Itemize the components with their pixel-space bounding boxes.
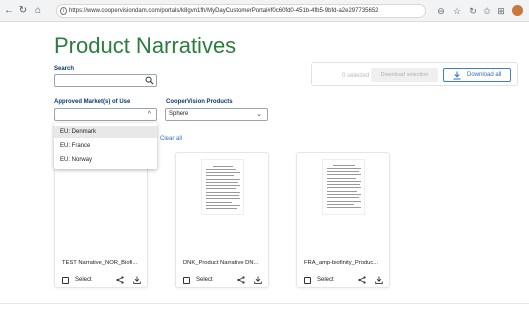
market-option-france[interactable]: EU: France xyxy=(54,140,157,152)
asset-name: FRA_amp-biofinity_Produc... xyxy=(304,260,379,266)
search-input[interactable] xyxy=(54,74,157,87)
collections-icon[interactable]: ⊞ xyxy=(496,5,506,17)
select-checkbox[interactable] xyxy=(304,277,311,284)
share-icon[interactable] xyxy=(116,276,124,284)
download-icon[interactable] xyxy=(254,276,262,284)
search-label: Search xyxy=(54,66,75,72)
download-all-button[interactable]: Download all xyxy=(443,68,511,82)
products-filter-label: CooperVision Products xyxy=(166,99,233,105)
url-text: https://www.coopervisiondam.com/portals/… xyxy=(69,8,379,14)
select-checkbox[interactable] xyxy=(62,277,69,284)
home-icon[interactable]: ⌂ xyxy=(33,5,43,17)
share-icon[interactable] xyxy=(237,276,245,284)
download-all-label: Download all xyxy=(467,72,502,78)
refresh-extension-icon[interactable]: ↻ xyxy=(468,5,478,17)
address-bar[interactable]: i https://www.coopervisiondam.com/portal… xyxy=(56,4,426,18)
market-option-denmark[interactable]: EU: Denmark xyxy=(54,126,157,138)
select-label: Select xyxy=(317,277,334,283)
asset-name: DNK_Product Narrative DN... xyxy=(183,260,259,266)
page-title: Product Narratives xyxy=(54,33,237,58)
favorites-bar-icon[interactable]: ✩ xyxy=(482,5,492,17)
market-filter-label: Approved Market(s) of Use xyxy=(54,99,131,105)
document-thumbnail xyxy=(201,159,244,215)
market-option-norway[interactable]: EU: Norway xyxy=(54,154,157,166)
market-select[interactable]: ^ xyxy=(54,108,157,121)
zoom-icon[interactable]: ⊖ xyxy=(436,5,446,17)
document-thumbnail xyxy=(322,159,365,215)
selection-panel: 0 selected Download selection Download a… xyxy=(311,62,518,86)
back-icon[interactable]: ← xyxy=(4,5,14,17)
market-dropdown-menu: EU: Denmark EU: France EU: Norway xyxy=(54,123,157,169)
asset-card[interactable]: FRA_amp-biofinity_Produc... Select xyxy=(296,152,390,288)
asset-card[interactable]: DNK_Product Narrative DN... Select xyxy=(175,152,269,288)
products-select[interactable]: Sphere ⌄ xyxy=(165,108,268,121)
browser-toolbar: ← ↻ ⌂ i https://www.coopervisiondam.com/… xyxy=(0,0,529,22)
asset-card[interactable]: TEST Narrative_NOR_Biofi... Select xyxy=(54,152,148,288)
chevron-down-icon: ⌄ xyxy=(256,111,262,118)
site-info-icon[interactable]: i xyxy=(60,7,67,15)
search-icon[interactable] xyxy=(145,76,154,85)
footer-divider xyxy=(0,303,529,304)
download-icon[interactable] xyxy=(133,276,141,284)
download-icon xyxy=(453,71,461,80)
profile-avatar[interactable] xyxy=(512,5,523,16)
chevron-up-icon: ^ xyxy=(147,111,151,118)
products-select-value: Sphere xyxy=(169,111,189,117)
favorite-icon[interactable]: ☆ xyxy=(452,5,462,17)
download-icon[interactable] xyxy=(375,276,383,284)
download-selection-button[interactable]: Download selection xyxy=(371,68,438,82)
asset-name: TEST Narrative_NOR_Biofi... xyxy=(62,260,138,266)
reload-icon[interactable]: ↻ xyxy=(18,5,28,17)
select-checkbox[interactable] xyxy=(183,277,190,284)
clear-all-link[interactable]: Clear all xyxy=(160,135,182,143)
select-label: Select xyxy=(75,277,92,283)
share-icon[interactable] xyxy=(358,276,366,284)
selected-count: 0 selected xyxy=(342,73,370,79)
select-label: Select xyxy=(196,277,213,283)
